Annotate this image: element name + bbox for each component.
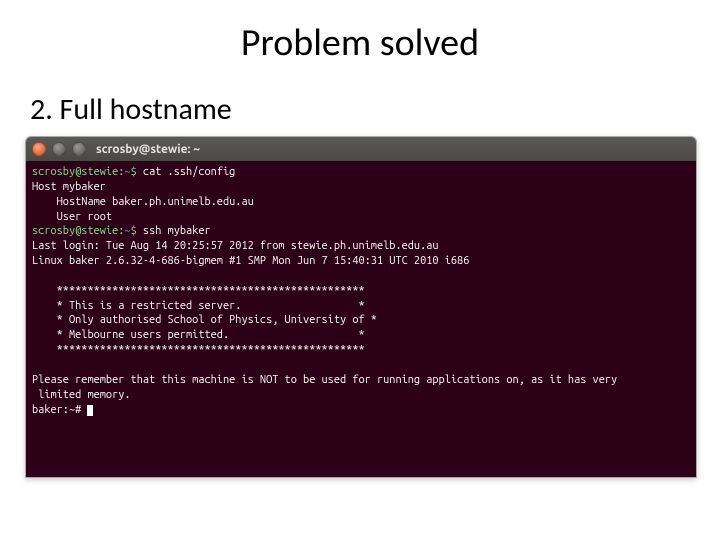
command-text: ssh mybaker [143,225,211,237]
output-line: Host mybaker [32,181,106,193]
banner-line: * Only authorised School of Physics, Uni… [32,314,377,326]
window-titlebar: scrosby@stewie: ~ [26,137,696,161]
banner-line: * Melbourne users permitted. * [32,329,365,341]
banner-line: ****************************************… [32,285,365,297]
terminal-body[interactable]: scrosby@stewie:~$ cat .ssh/config Host m… [26,161,696,477]
slide-subtitle: 2. Full hostname [30,91,695,128]
cursor-icon [87,405,93,416]
command-text: cat .ssh/config [143,166,235,178]
remote-prompt: baker:~# [32,404,81,416]
output-line: User root [32,211,112,223]
close-icon[interactable] [32,142,46,156]
notice-line: Please remember that this machine is NOT… [32,374,617,386]
terminal-window: scrosby@stewie: ~ scrosby@stewie:~$ cat … [25,136,697,478]
window-title: scrosby@stewie: ~ [96,143,200,156]
maximize-icon[interactable] [72,142,86,156]
prompt-user: scrosby@stewie [32,225,118,237]
output-line: Last login: Tue Aug 14 20:25:57 2012 fro… [32,240,439,252]
slide-title: Problem solved [25,20,695,66]
minimize-icon[interactable] [52,142,66,156]
prompt-user: scrosby@stewie [32,166,118,178]
notice-line: limited memory. [32,389,131,401]
slide: Problem solved 2. Full hostname scrosby@… [0,0,720,540]
output-line: Linux baker 2.6.32-4-686-bigmem #1 SMP M… [32,255,469,267]
banner-line: * This is a restricted server. * [32,300,365,312]
banner-line: ****************************************… [32,344,365,356]
output-line: HostName baker.ph.unimelb.edu.au [32,196,254,208]
